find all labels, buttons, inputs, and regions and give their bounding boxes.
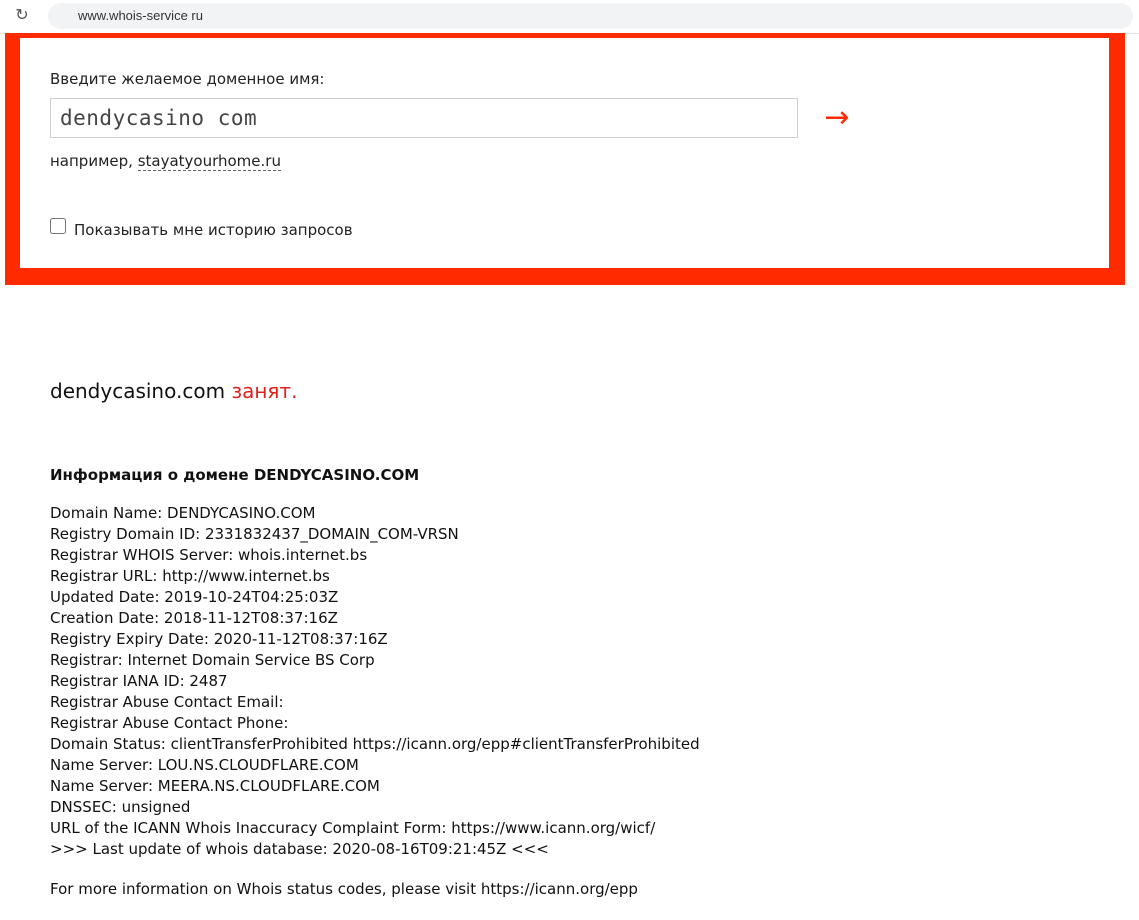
history-checkbox-label[interactable]: Показывать мне историю запросов [74,221,353,239]
reload-icon[interactable]: ↻ [12,5,32,25]
url-text: www.whois-service ru [78,8,203,23]
whois-line: Domain Status: clientTransferProhibited … [50,735,700,753]
whois-line: DNSSEC: unsigned [50,798,191,816]
url-field[interactable]: www.whois-service ru [48,3,1133,29]
domain-prompt-label: Введите желаемое доменное имя: [50,70,325,88]
whois-line: Name Server: LOU.NS.CLOUDFLARE.COM [50,756,359,774]
result-headline: dendycasino.com занят. [50,379,297,403]
whois-line: Registrar WHOIS Server: whois.internet.b… [50,546,368,564]
result-domain: dendycasino.com [50,379,226,403]
whois-line: Registrar IANA ID: 2487 [50,672,228,690]
whois-line: Registrar URL: http://www.internet.bs [50,567,330,585]
whois-line: Updated Date: 2019-10-24T04:25:03Z [50,588,339,606]
whois-line: Registry Domain ID: 2331832437_DOMAIN_CO… [50,525,459,543]
whois-line: Registry Expiry Date: 2020-11-12T08:37:1… [50,630,388,648]
example-prefix: например, [50,152,138,170]
whois-line: >>> Last update of whois database: 2020-… [50,840,549,858]
history-checkbox[interactable] [50,218,66,234]
domain-info-title: Информация о домене DENDYCASINO.COM [50,466,420,484]
example-domain-link[interactable]: stayatyourhome.ru [137,152,281,171]
whois-record: Domain Name: DENDYCASINO.COM Registry Dom… [50,503,1110,860]
example-hint: например, stayatyourhome.ru [50,152,281,171]
browser-address-bar: ↻ www.whois-service ru [0,0,1139,34]
status-badge: занят. [231,379,298,403]
whois-line: Registrar Abuse Contact Phone: [50,714,289,732]
whois-line: URL of the ICANN Whois Inaccuracy Compla… [50,819,656,837]
whois-line: Registrar: Internet Domain Service BS Co… [50,651,375,669]
domain-search-input[interactable] [50,98,798,138]
whois-line: Creation Date: 2018-11-12T08:37:16Z [50,609,338,627]
whois-line: Registrar Abuse Contact Email: [50,693,284,711]
submit-arrow-icon[interactable]: → [817,98,857,138]
whois-line: Name Server: MEERA.NS.CLOUDFLARE.COM [50,777,380,795]
status-codes-note: For more information on Whois status cod… [50,880,638,898]
whois-line: Domain Name: DENDYCASINO.COM [50,504,316,522]
